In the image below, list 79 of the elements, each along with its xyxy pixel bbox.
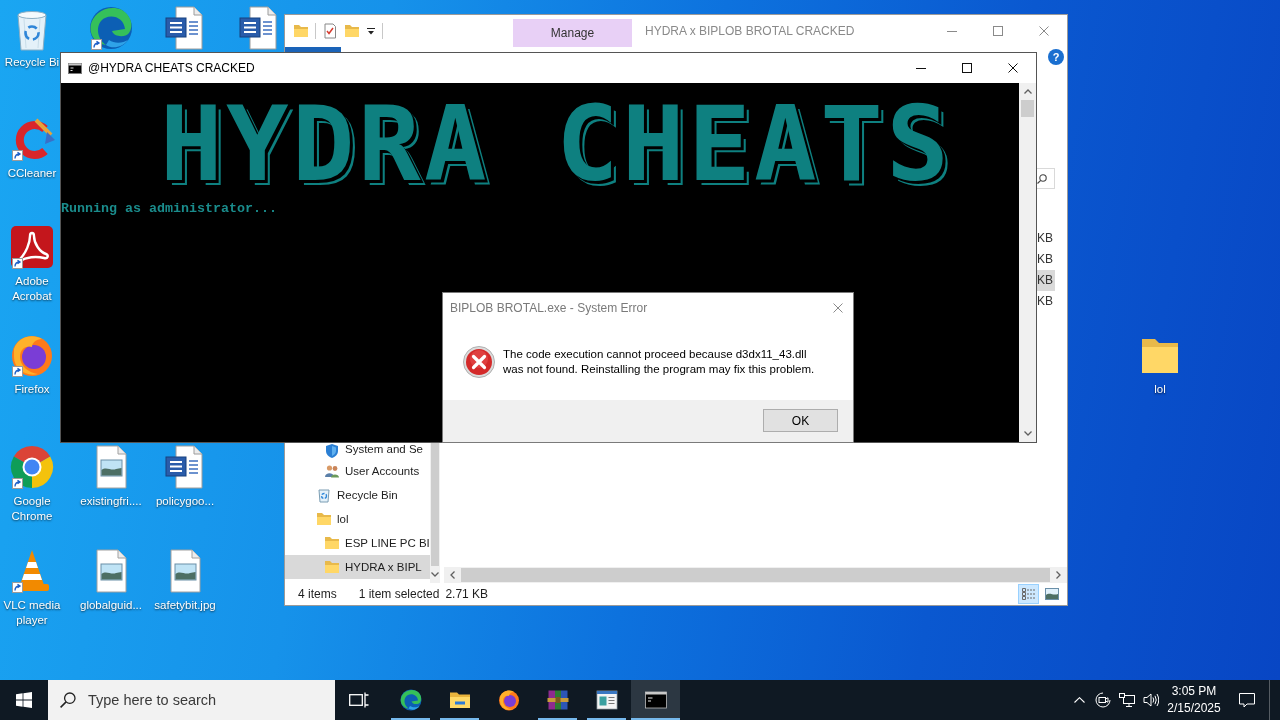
search-icon bbox=[1037, 173, 1047, 184]
minimize-icon bbox=[947, 30, 957, 32]
scrollbar-thumb[interactable] bbox=[430, 443, 439, 566]
browser-icon[interactable] bbox=[87, 4, 135, 52]
shortcut-arrow-icon bbox=[12, 258, 23, 269]
folder-icon bbox=[324, 559, 340, 575]
chevron-up-icon[interactable] bbox=[1023, 89, 1032, 94]
minimize-icon bbox=[916, 67, 926, 69]
error-icon bbox=[463, 345, 495, 378]
scrollbar-thumb[interactable] bbox=[461, 568, 1050, 582]
recycle-bin-icon bbox=[316, 487, 332, 503]
window-title: HYDRA x BIPLOB BROTAL CRACKED bbox=[645, 24, 856, 38]
picture-icon bbox=[1044, 588, 1059, 600]
task-view-icon bbox=[349, 692, 369, 708]
maximize-icon bbox=[993, 26, 1003, 36]
shortcut-arrow-icon bbox=[12, 150, 23, 161]
shortcut-arrow-icon bbox=[12, 478, 23, 489]
list-icon bbox=[1021, 588, 1036, 600]
scrollbar[interactable] bbox=[429, 443, 440, 583]
search-field[interactable]: Type here to search bbox=[48, 680, 335, 720]
notification-icon bbox=[1239, 692, 1255, 708]
nav-item[interactable]: HYDRA x BIPL bbox=[285, 555, 430, 579]
folder-icon bbox=[316, 511, 332, 527]
browser-icon[interactable] bbox=[8, 443, 56, 491]
users-icon bbox=[324, 463, 340, 479]
table-cell[interactable]: KB bbox=[1036, 249, 1055, 270]
desktop-icon-label[interactable]: lol bbox=[1154, 382, 1166, 397]
banner-text: HYDRA CHEATS bbox=[160, 104, 953, 184]
nav-item[interactable]: ESP LINE PC BI bbox=[285, 531, 430, 555]
browser-icon bbox=[398, 688, 423, 712]
folder-icon bbox=[324, 535, 340, 551]
browser-icon bbox=[496, 688, 521, 712]
camera-icon bbox=[1095, 692, 1111, 708]
close-icon bbox=[1039, 26, 1049, 36]
clock-button[interactable]: 3:05 PM 2/15/2025 bbox=[1163, 680, 1225, 720]
terminal-icon bbox=[643, 688, 668, 712]
chevron-up-icon bbox=[1073, 697, 1085, 703]
table-cell[interactable]: KB bbox=[1036, 228, 1055, 249]
archive-icon bbox=[545, 688, 570, 712]
help-button[interactable]: ? bbox=[1048, 49, 1064, 65]
console-line: Running as administrator... bbox=[61, 201, 277, 217]
shield-icon bbox=[324, 443, 340, 459]
search-icon bbox=[60, 692, 76, 708]
caret-icon[interactable] bbox=[366, 27, 376, 35]
network-icon bbox=[1119, 692, 1135, 708]
nav-item[interactable]: lol bbox=[285, 507, 430, 531]
selection-size: 2.71 KB bbox=[445, 587, 489, 601]
shortcut-arrow-icon bbox=[12, 582, 23, 593]
dialog-title: BIPLOB BROTAL.exe - System Error bbox=[449, 301, 649, 315]
shortcut-arrow-icon bbox=[12, 366, 23, 377]
item-count: 4 items bbox=[298, 587, 337, 601]
nav-item[interactable]: User Accounts bbox=[285, 459, 430, 483]
close-icon bbox=[832, 303, 843, 313]
maximize-icon bbox=[962, 63, 972, 73]
checklist-icon[interactable] bbox=[322, 23, 338, 39]
selection-count: 1 item selected bbox=[358, 587, 440, 601]
pdf-icon[interactable] bbox=[8, 223, 56, 271]
error-message: The code execution cannot proceed because d3dx11_43.dll was not found. Reinstalling the program may fix this problem. bbox=[503, 346, 815, 377]
taskbar-button[interactable] bbox=[631, 680, 680, 720]
table-cell[interactable]: KB bbox=[1036, 291, 1055, 312]
chevron-left-icon[interactable] bbox=[450, 571, 455, 579]
chevron-right-icon[interactable] bbox=[1056, 571, 1061, 579]
nav-item[interactable]: Recycle Bin bbox=[285, 483, 430, 507]
chevron-down-icon[interactable] bbox=[1023, 431, 1032, 436]
chevron-down-icon[interactable] bbox=[430, 572, 439, 577]
view-button[interactable] bbox=[1018, 584, 1039, 604]
window-icon bbox=[594, 688, 619, 712]
volume-icon bbox=[1143, 692, 1159, 708]
ok-button[interactable]: OK bbox=[763, 409, 838, 432]
windows-logo-icon bbox=[16, 692, 32, 708]
scrollbar[interactable] bbox=[1019, 83, 1036, 442]
ribbon-tab[interactable]: Manage bbox=[513, 19, 632, 47]
shortcut-arrow-icon bbox=[91, 39, 102, 50]
window-title: @HYDRA CHEATS CRACKED bbox=[88, 61, 256, 75]
scrollbar-thumb[interactable] bbox=[1021, 100, 1034, 117]
close-icon bbox=[1008, 63, 1018, 73]
terminal-icon bbox=[68, 62, 82, 74]
scrollbar[interactable] bbox=[444, 567, 1067, 583]
nav-item[interactable]: System and Se bbox=[285, 443, 430, 459]
